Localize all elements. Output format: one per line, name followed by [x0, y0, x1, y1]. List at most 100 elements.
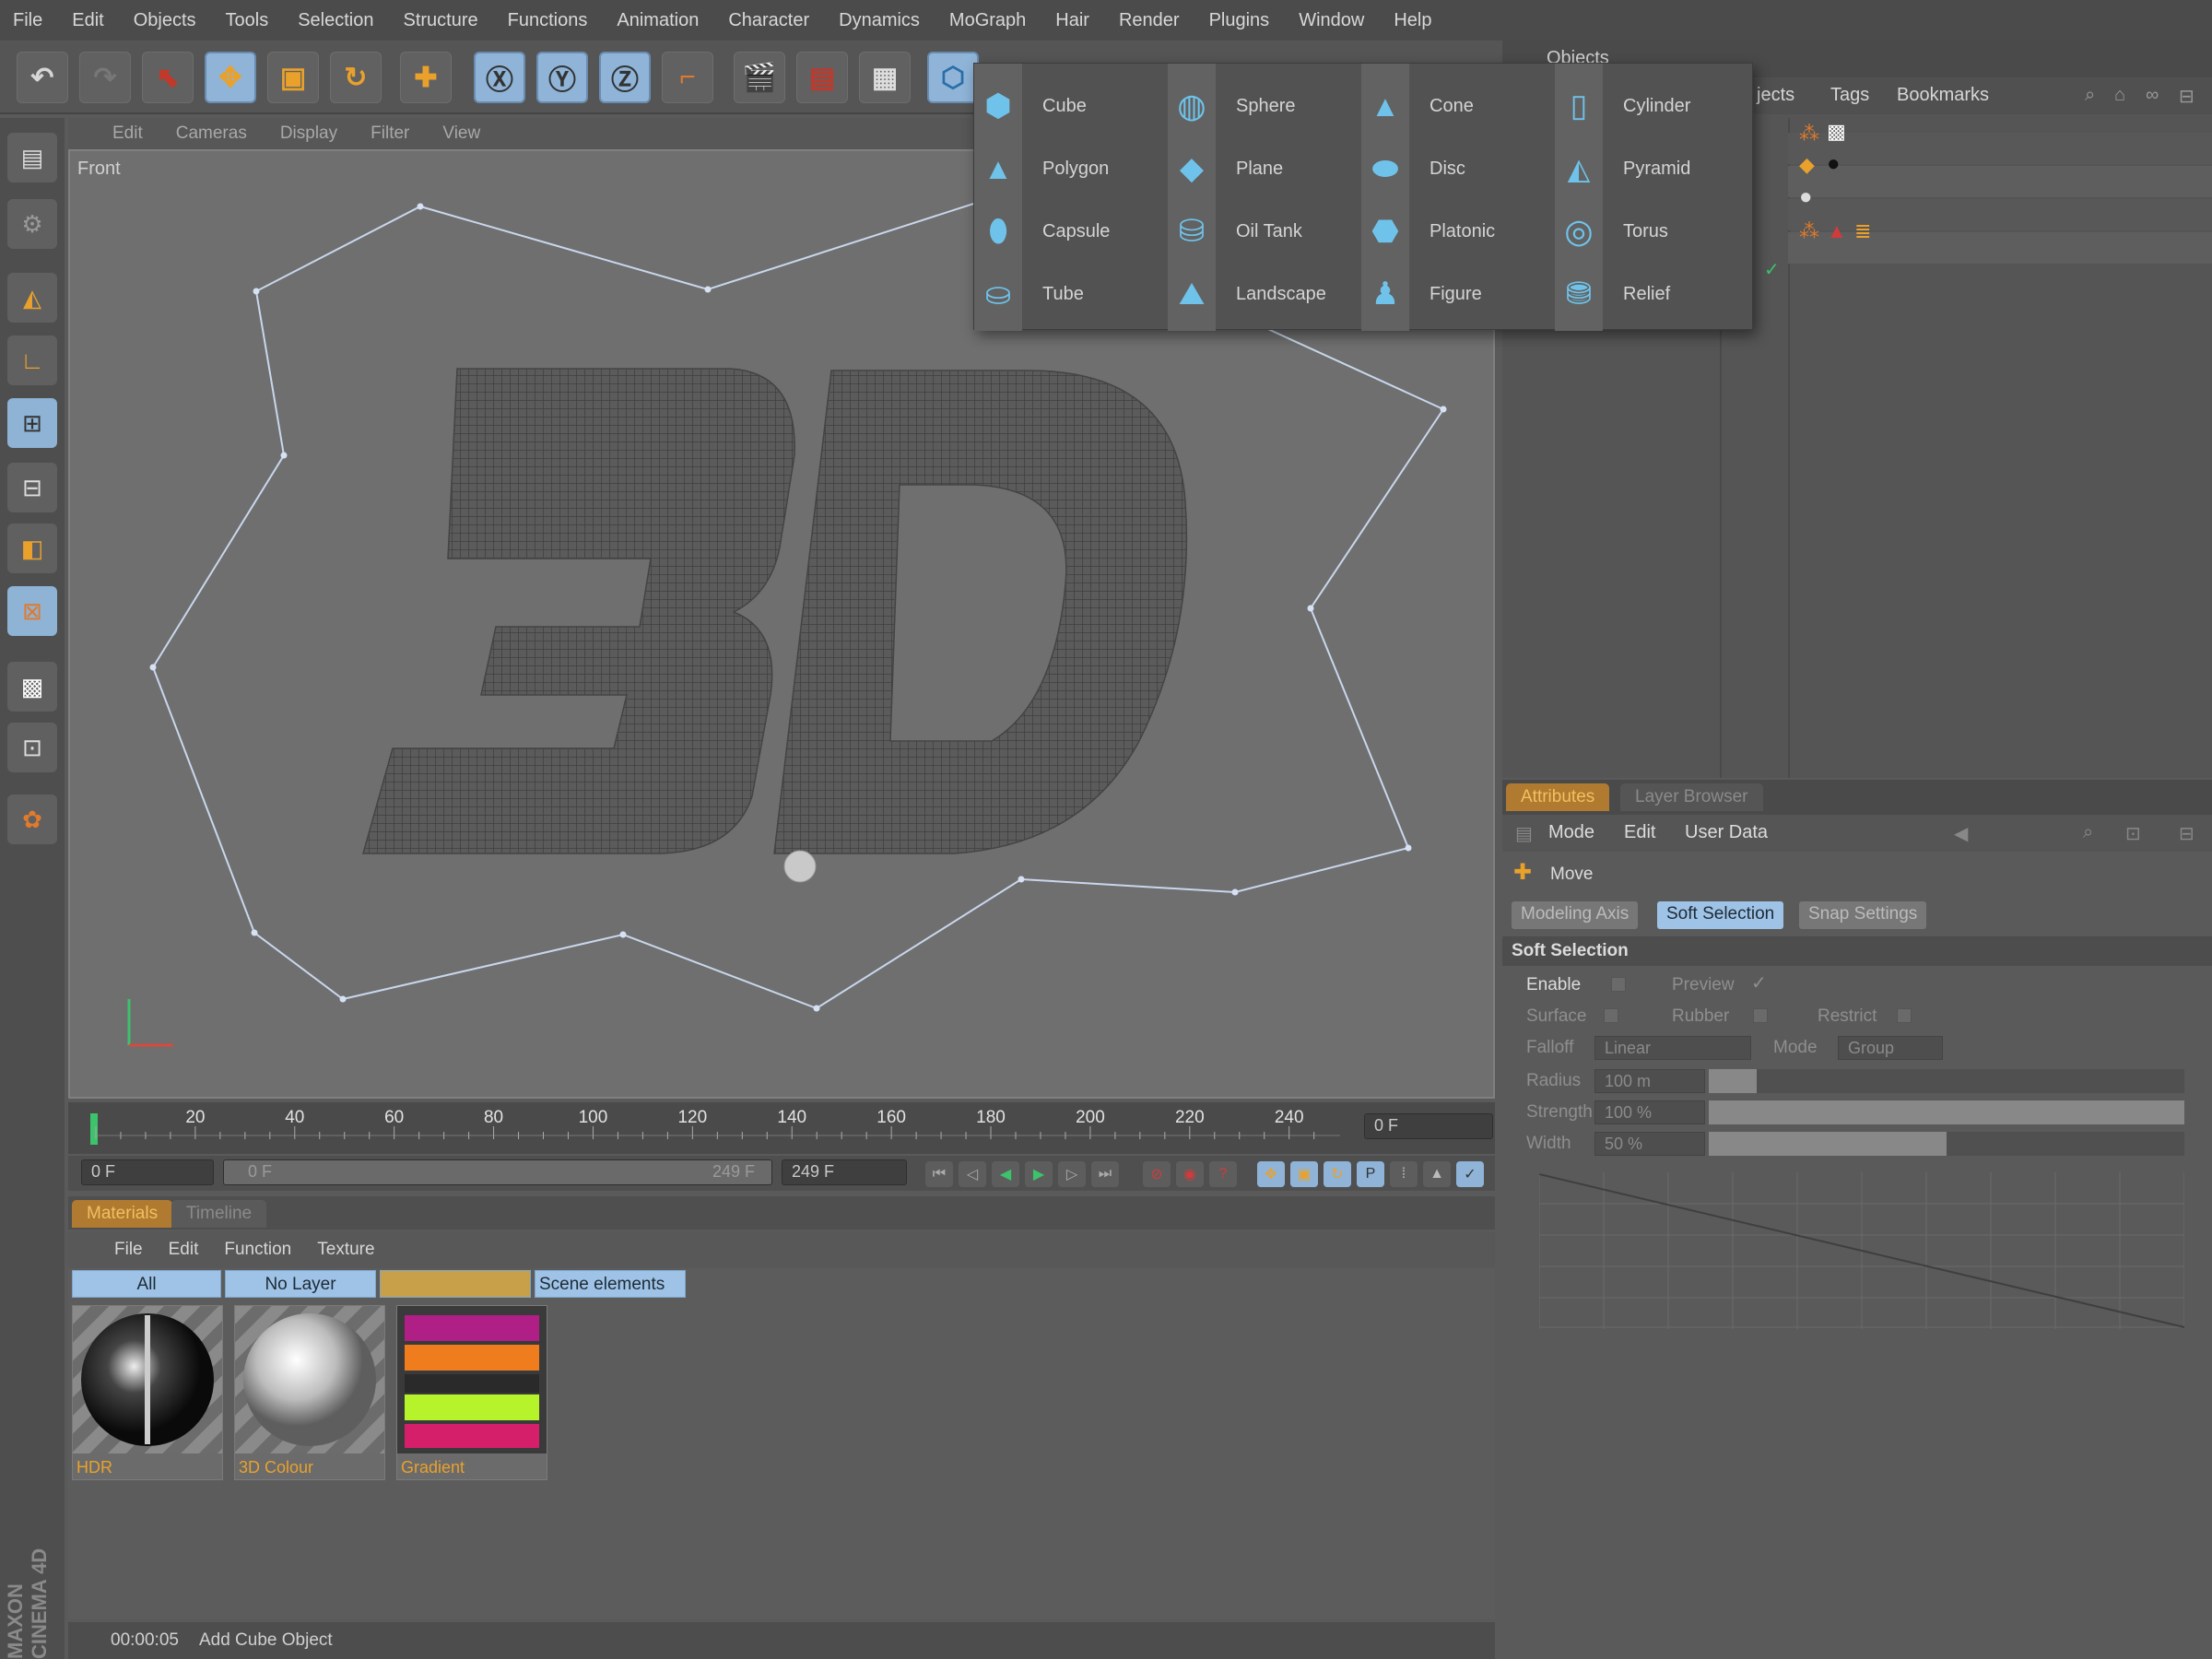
autokey-icon[interactable]: ◉	[1176, 1161, 1204, 1187]
menu-file[interactable]: File	[13, 10, 42, 31]
search-icon[interactable]: ⌕	[2085, 85, 2095, 106]
object-row[interactable]	[1788, 166, 2212, 197]
material-tag-icon[interactable]: ●	[1827, 151, 1841, 177]
back-arrow-icon[interactable]: ◀	[1954, 822, 1968, 845]
materials-menu-file[interactable]: File	[114, 1240, 143, 1260]
menu-item-cylinder[interactable]: ▯ Cylinder	[1555, 80, 1691, 132]
tab-materials[interactable]: Materials	[72, 1200, 173, 1228]
move-tool-icon[interactable]: ✥	[205, 52, 256, 103]
render-picture-viewer-icon[interactable]: ▤	[796, 52, 848, 103]
viewport-menu-display[interactable]: Display	[280, 124, 337, 144]
menu-plugins[interactable]: Plugins	[1209, 10, 1270, 31]
points-mode-icon[interactable]: ⊞	[7, 398, 57, 448]
key-parameter-icon[interactable]: P	[1357, 1161, 1384, 1187]
menu-item-torus[interactable]: ◎ Torus	[1555, 206, 1668, 257]
menu-item-plane[interactable]: ◆ Plane	[1168, 143, 1283, 194]
workplane-icon[interactable]: ⊡	[7, 723, 57, 772]
undo-icon[interactable]: ↶	[17, 52, 68, 103]
next-frame-icon[interactable]: ▷	[1058, 1161, 1086, 1187]
layer-tab-all[interactable]: All	[72, 1270, 221, 1298]
tab-attributes[interactable]: Attributes	[1506, 783, 1610, 811]
tag-icon[interactable]: ▲	[1827, 219, 1847, 243]
enable-snap-icon[interactable]: ▩	[7, 662, 57, 712]
strength-field[interactable]: 100 %	[1594, 1100, 1705, 1124]
menu-item-polygon[interactable]: ▲ Polygon	[974, 143, 1109, 194]
tab-modeling-axis[interactable]: Modeling Axis	[1512, 901, 1639, 929]
current-frame-field[interactable]: 0 F	[1364, 1113, 1493, 1139]
playhead[interactable]	[90, 1113, 98, 1145]
menu-icon[interactable]: ▤	[1515, 822, 1533, 845]
object-row[interactable]	[1788, 232, 2212, 264]
make-editable-icon[interactable]: ▤	[7, 133, 57, 182]
menu-bookmarks[interactable]: Bookmarks	[1897, 85, 1989, 106]
recent-tools-icon[interactable]: ✚	[400, 52, 452, 103]
object-row[interactable]	[1788, 133, 2212, 164]
menu-item-disc[interactable]: ⬬ Disc	[1361, 143, 1465, 194]
material-hdr[interactable]: HDR	[72, 1305, 223, 1480]
menu-item-cube[interactable]: ⬢ Cube	[974, 80, 1087, 132]
menu-item-relief[interactable]: ⛃ Relief	[1555, 268, 1670, 320]
tag-icon[interactable]: ⁂	[1799, 219, 1819, 243]
tag-icon[interactable]: ◆	[1799, 153, 1815, 177]
viewport-menu-edit[interactable]: Edit	[112, 124, 143, 144]
texture-mode-icon[interactable]: ⚙	[7, 199, 57, 249]
layer-tab-scene-elements[interactable]: Scene elements	[535, 1270, 686, 1298]
interpolation-icon[interactable]: ✓	[1456, 1161, 1484, 1187]
lock-icon[interactable]: ⊡	[2125, 822, 2141, 845]
model-mode-icon[interactable]: ◭	[7, 273, 57, 323]
key-position-icon[interactable]: ✥	[1257, 1161, 1285, 1187]
expand-icon[interactable]: ⊟	[2179, 85, 2194, 108]
home-icon[interactable]: ⌂	[2114, 85, 2125, 106]
surface-checkbox[interactable]	[1604, 1008, 1618, 1023]
radius-slider[interactable]	[1709, 1069, 2184, 1093]
menu-mograph[interactable]: MoGraph	[949, 10, 1026, 31]
menu-character[interactable]: Character	[728, 10, 809, 31]
uv-mode-icon[interactable]: ⊠	[7, 586, 57, 636]
enable-checkbox[interactable]	[1611, 977, 1626, 992]
z-axis-lock-icon[interactable]: Ⓩ	[599, 52, 651, 103]
play-forward-icon[interactable]: ▶	[1025, 1161, 1053, 1187]
record-keys-icon[interactable]: ⊘	[1143, 1161, 1171, 1187]
texture-axis-icon[interactable]: ∟	[7, 335, 57, 385]
polygons-mode-icon[interactable]: ◧	[7, 524, 57, 573]
menu-mode[interactable]: Mode	[1548, 822, 1594, 843]
start-frame-field[interactable]: 0 F	[81, 1159, 214, 1185]
menu-item-pyramid[interactable]: ◭ Pyramid	[1555, 143, 1691, 194]
live-selection-icon[interactable]: ⬉	[142, 52, 194, 103]
falloff-dropdown[interactable]: Linear	[1594, 1036, 1751, 1060]
viewport-menu-filter[interactable]: Filter	[371, 124, 409, 144]
menu-structure[interactable]: Structure	[404, 10, 478, 31]
center-handle[interactable]	[783, 850, 817, 883]
menu-item-sphere[interactable]: ◍ Sphere	[1168, 80, 1295, 132]
coordinate-system-icon[interactable]: ⌐	[662, 52, 713, 103]
menu-tools[interactable]: Tools	[226, 10, 269, 31]
edges-mode-icon[interactable]: ⊟	[7, 463, 57, 512]
menu-item-cone[interactable]: ▲ Cone	[1361, 80, 1474, 132]
menu-item-oil-tank[interactable]: ⛁ Oil Tank	[1168, 206, 1302, 257]
width-slider[interactable]	[1709, 1132, 2184, 1156]
strength-slider[interactable]	[1709, 1100, 2184, 1124]
rubber-checkbox[interactable]	[1753, 1008, 1768, 1023]
menu-selection[interactable]: Selection	[298, 10, 373, 31]
menu-item-tube[interactable]: ⛀ Tube	[974, 268, 1084, 320]
menu-window[interactable]: Window	[1299, 10, 1364, 31]
render-settings-icon[interactable]: ▦	[859, 52, 911, 103]
redo-icon[interactable]: ↷	[79, 52, 131, 103]
menu-objects[interactable]: jects	[1757, 85, 1794, 106]
x-axis-lock-icon[interactable]: Ⓧ	[474, 52, 525, 103]
rotate-tool-icon[interactable]: ↻	[330, 52, 382, 103]
menu-user-data[interactable]: User Data	[1685, 822, 1768, 843]
menu-item-landscape[interactable]: ⛰ Landscape	[1168, 268, 1326, 320]
materials-menu-function[interactable]: Function	[224, 1240, 291, 1260]
preview-checkbox[interactable]: ✓	[1751, 971, 1767, 994]
menu-help[interactable]: Help	[1394, 10, 1431, 31]
menu-hair[interactable]: Hair	[1055, 10, 1089, 31]
menu-edit[interactable]: Edit	[72, 10, 103, 31]
mode-dropdown[interactable]: Group	[1838, 1036, 1943, 1060]
viewport-menu-view[interactable]: View	[442, 124, 480, 144]
goto-start-icon[interactable]: ⏮	[925, 1161, 953, 1187]
expand-icon[interactable]: ⊟	[2179, 822, 2194, 845]
keyframe-selection-icon[interactable]: ?	[1209, 1161, 1237, 1187]
falloff-curve-graph[interactable]	[1539, 1172, 2184, 1329]
restrict-checkbox[interactable]	[1897, 1008, 1912, 1023]
